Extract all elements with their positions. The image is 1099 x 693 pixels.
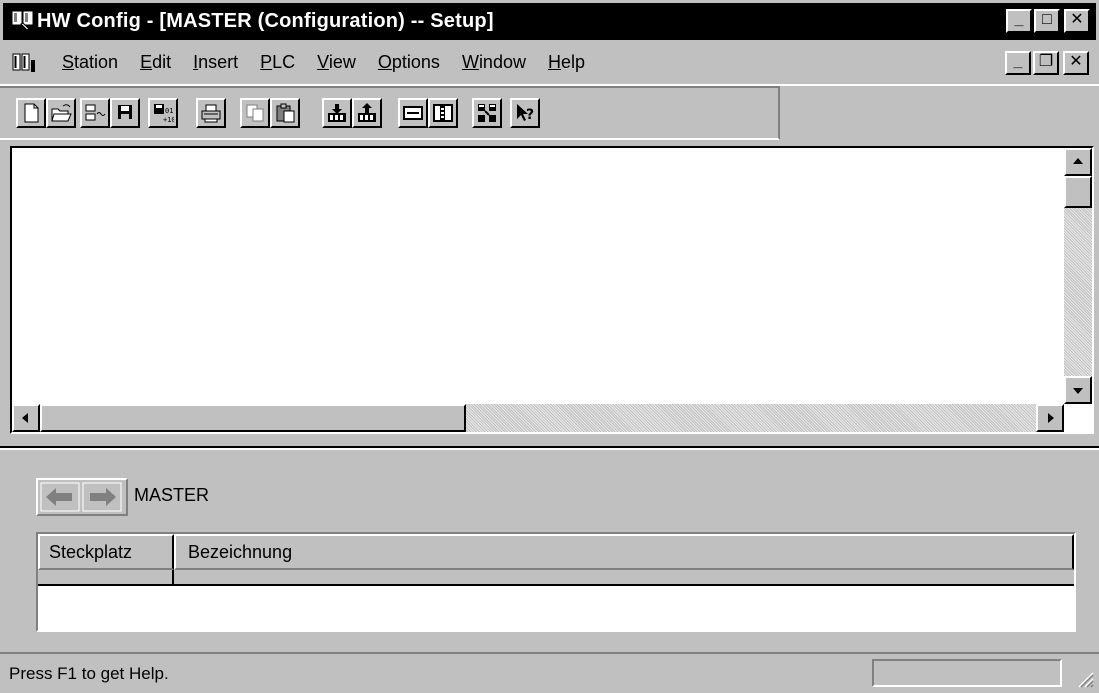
horizontal-scroll-thumb[interactable] [40,404,466,432]
menu-plc[interactable]: PLC [260,52,295,73]
arrow-right-icon [1048,413,1054,423]
doc-close-button[interactable]: ✕ [1063,51,1089,75]
hw-config-app-icon[interactable] [11,9,35,33]
open-icon [51,104,72,122]
scroll-left-button[interactable] [12,404,40,432]
close-icon: ✕ [1070,11,1084,28]
navigation-arrows [36,478,128,516]
svg-text:+10: +10 [163,116,174,124]
forward-button[interactable] [82,482,122,512]
network-icon [478,104,496,122]
whats-this-icon: ? [517,104,534,123]
table-empty-area[interactable] [38,586,1074,630]
save-icon [118,105,132,119]
doc-minimize-button[interactable]: _ [1005,51,1031,75]
network-configuration-button[interactable] [472,98,502,128]
new-button[interactable] [16,98,46,128]
hw-config-window: HW Config - [MASTER (Configuration) -- S… [0,0,1099,693]
station-view-area[interactable] [10,146,1094,434]
open-button[interactable] [46,98,76,128]
minimize-button[interactable]: _ [1006,9,1032,33]
column-header-steckplatz[interactable]: Steckplatz [38,534,174,570]
paste-button[interactable] [270,98,300,128]
new-icon [24,103,39,123]
document-system-menu-icon[interactable] [12,52,36,74]
doc-restore-button[interactable]: ❐ [1033,51,1059,75]
close-icon: ✕ [1069,53,1083,70]
menu-window[interactable]: Window [462,52,526,73]
menu-edit[interactable]: Edit [140,52,171,73]
arrow-right-icon [82,482,122,512]
column-header-bezeichnung[interactable]: Bezeichnung [174,534,1074,570]
save-compile-button[interactable] [80,98,110,128]
menu-insert[interactable]: Insert [193,52,238,73]
module-view-icon [403,106,423,120]
save-compile-icon [85,104,106,121]
table-header: Steckplatz Bezeichnung [38,534,1074,570]
print-icon [201,104,221,123]
menu-help[interactable]: Help [548,52,585,73]
cell-separator [172,570,174,586]
resize-grip-icon[interactable] [1073,667,1095,689]
download-icon [328,104,346,122]
svg-text:?: ? [526,107,534,123]
copy-button[interactable] [240,98,270,128]
menu-items: Station Edit Insert PLC View Options Win… [62,52,585,73]
catalog-button[interactable] [428,98,458,128]
compile-button[interactable]: 01 +10 [148,98,178,128]
compile-icon: 01+10 [154,104,174,124]
catalog-icon [433,104,453,122]
arrow-up-icon [1073,158,1083,164]
print-button[interactable] [196,98,226,128]
maximize-button[interactable]: □ [1034,9,1060,33]
table-row[interactable] [38,570,1074,586]
splitter-highlight [0,448,1099,450]
menu-station[interactable]: Station [62,52,118,73]
upload-icon [358,103,376,122]
status-bar: Press F1 to get Help. [0,656,1099,693]
pane-splitter[interactable] [0,440,1099,448]
close-button[interactable]: ✕ [1064,9,1090,33]
status-text: Press F1 to get Help. [9,664,169,683]
paste-icon [276,103,295,123]
window-title: HW Config - [MASTER (Configuration) -- S… [37,10,494,32]
arrow-left-icon [22,413,28,423]
horizontal-scrollbar[interactable] [12,404,1064,432]
menu-view[interactable]: View [317,52,356,73]
module-table: Steckplatz Bezeichnung [36,532,1076,632]
svg-text:01: 01 [165,107,173,115]
vertical-scrollbar[interactable] [1064,148,1092,404]
module-view-button[interactable] [398,98,428,128]
minimize-icon: _ [1014,11,1024,28]
station-name-label: MASTER [134,485,210,505]
menu-bar: Station Edit Insert PLC View Options Win… [0,48,1099,78]
whats-this-help-button[interactable]: ? [510,98,540,128]
menu-options[interactable]: Options [378,52,440,73]
vertical-scroll-thumb[interactable] [1064,176,1092,208]
document-window-buttons: _ ❐ ✕ [1005,51,1089,75]
minimize-icon: _ [1013,53,1023,70]
scroll-down-button[interactable] [1064,376,1092,404]
save-button[interactable] [110,98,140,128]
restore-icon: ❐ [1038,53,1054,70]
status-separator [0,652,1099,654]
maximize-icon: □ [1042,11,1052,28]
copy-icon [246,104,264,122]
scroll-right-button[interactable] [1036,404,1064,432]
status-pane [872,659,1062,687]
upload-from-module-button[interactable] [352,98,382,128]
title-bar[interactable]: HW Config - [MASTER (Configuration) -- S… [0,0,1099,40]
back-button[interactable] [40,482,80,512]
arrow-down-icon [1073,388,1083,394]
download-to-module-button[interactable] [322,98,352,128]
title-buttons: _ □ ✕ [1006,9,1090,33]
toolbar: 01 +10 ? [0,86,780,140]
arrow-left-icon [40,482,80,512]
scroll-up-button[interactable] [1064,148,1092,176]
